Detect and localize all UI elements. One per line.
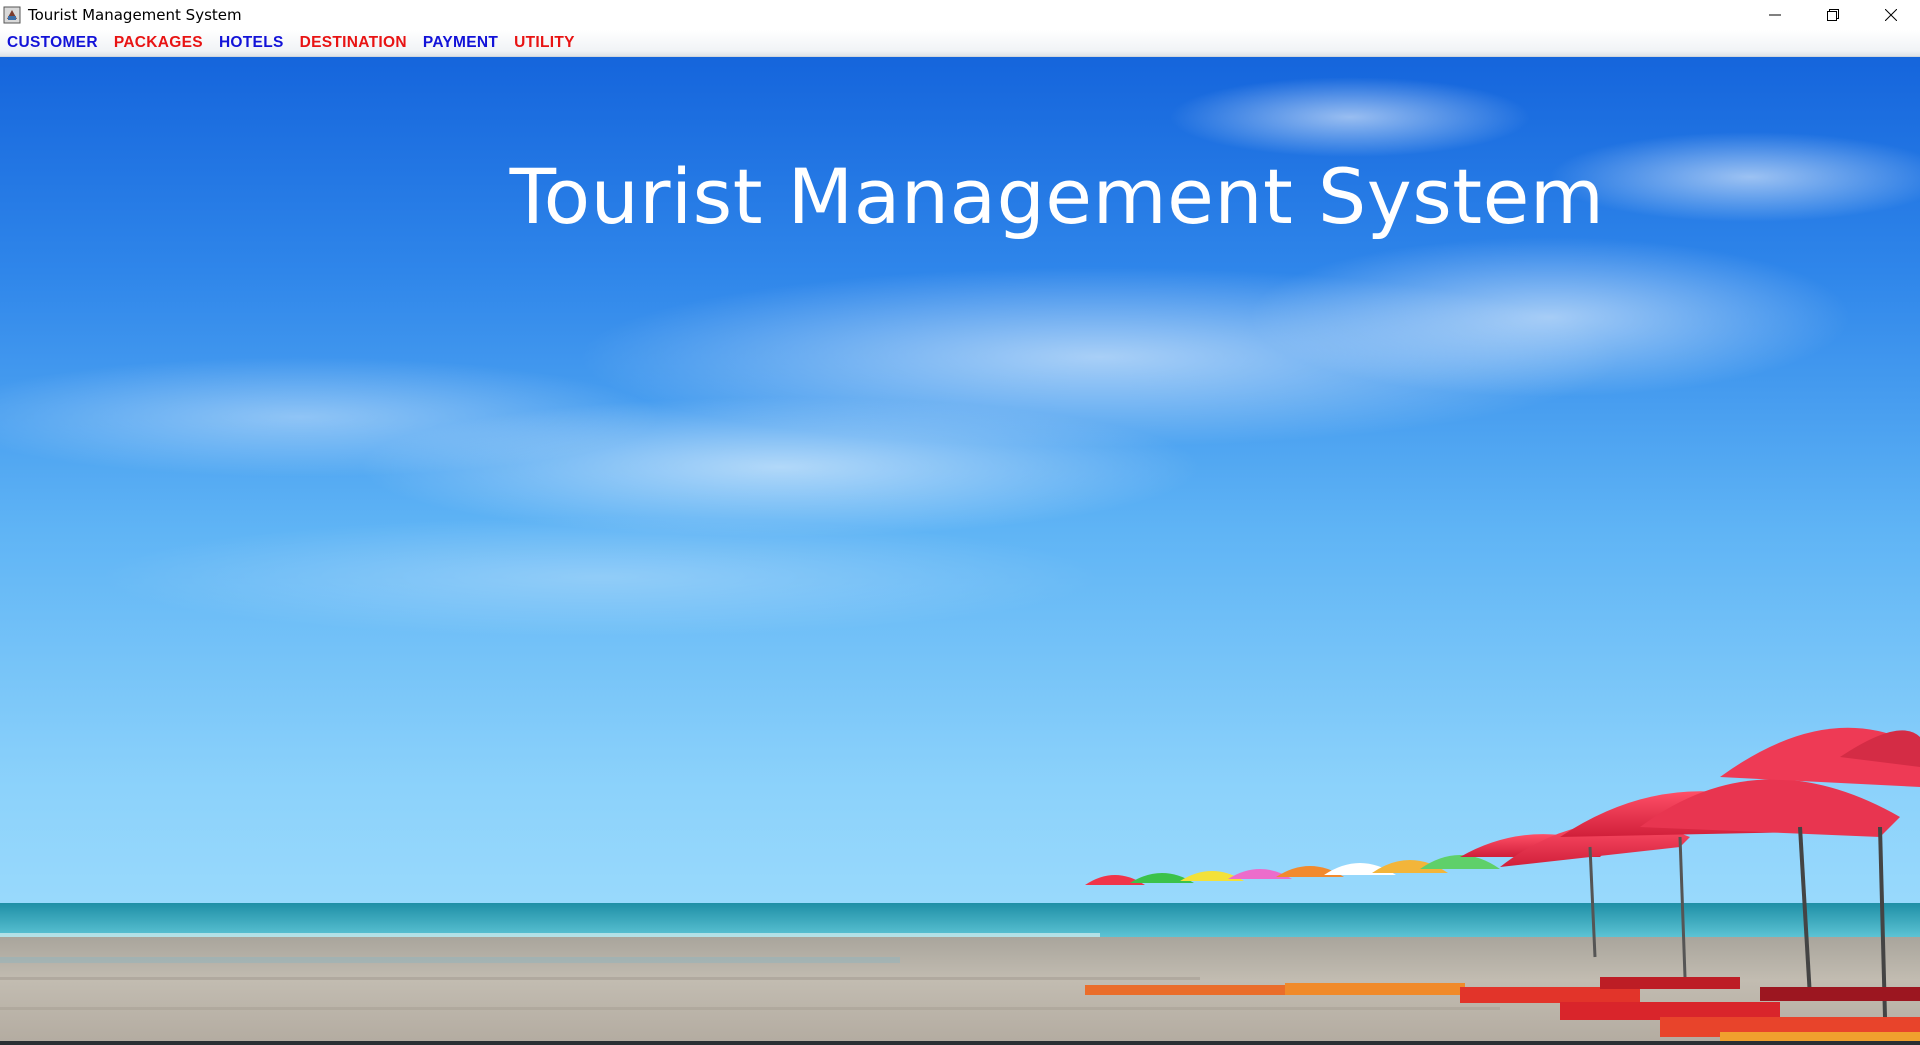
window-titlebar: Tourist Management System [0, 0, 1920, 30]
menu-packages[interactable]: PACKAGES [114, 34, 203, 52]
close-icon [1885, 9, 1897, 21]
minimize-icon [1769, 14, 1781, 16]
java-app-icon [2, 5, 22, 25]
close-button[interactable] [1862, 0, 1920, 30]
minimize-button[interactable] [1746, 0, 1804, 30]
restore-button[interactable] [1804, 0, 1862, 30]
main-panel: Tourist Management System [0, 57, 1920, 1045]
menu-payment[interactable]: PAYMENT [423, 34, 498, 52]
window-title: Tourist Management System [28, 6, 242, 24]
menu-utility[interactable]: UTILITY [514, 34, 575, 52]
hero-title: Tourist Management System [509, 152, 1605, 241]
menu-destination[interactable]: DESTINATION [300, 34, 407, 52]
window-controls [1746, 0, 1920, 30]
menu-hotels[interactable]: HOTELS [219, 34, 284, 52]
window-bottom-border [0, 1041, 1920, 1045]
restore-icon [1827, 9, 1839, 21]
menu-customer[interactable]: CUSTOMER [7, 34, 98, 52]
menu-bar: CUSTOMER PACKAGES HOTELS DESTINATION PAY… [0, 30, 1920, 57]
